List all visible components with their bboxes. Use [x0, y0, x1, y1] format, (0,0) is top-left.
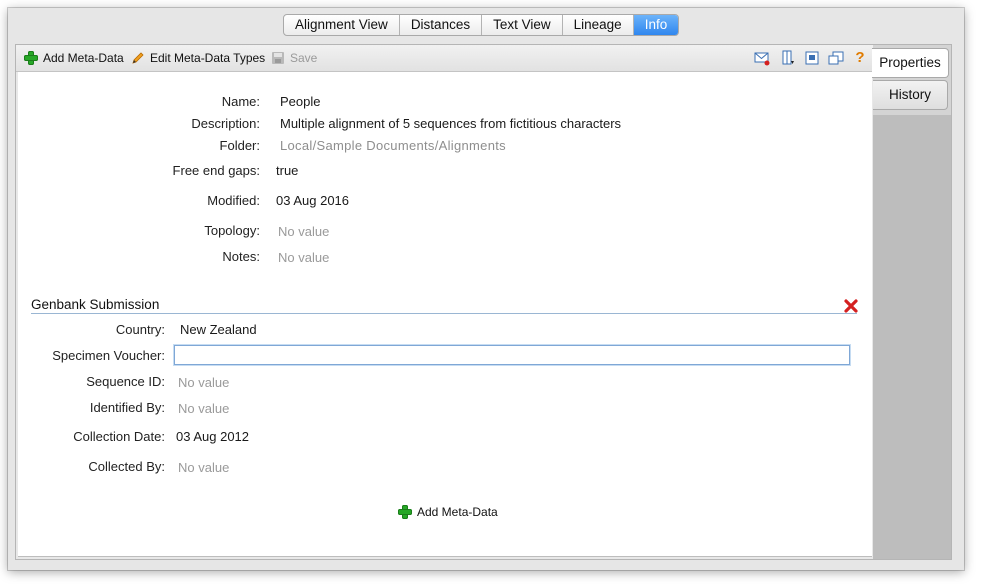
tab-lineage[interactable]: Lineage: [563, 15, 634, 35]
add-plus-icon: [398, 505, 412, 519]
section-title: Genbank Submission: [31, 297, 160, 312]
country-value[interactable]: New Zealand: [180, 322, 257, 337]
modified-label: Modified:: [207, 193, 260, 208]
notes-label: Notes:: [222, 249, 260, 264]
columns-icon[interactable]: [780, 50, 796, 66]
side-panel: Properties History: [872, 44, 952, 560]
name-value: People: [280, 94, 321, 109]
collected-by-label: Collected By:: [88, 459, 165, 474]
mail-icon[interactable]: [754, 50, 770, 66]
modified-value[interactable]: 03 Aug 2016: [276, 193, 349, 208]
description-value: Multiple alignment of 5 sequences from f…: [280, 116, 622, 131]
info-content: Name: People Description: Multiple align…: [18, 72, 872, 557]
add-meta-data-bottom-label: Add Meta-Data: [417, 505, 498, 519]
add-meta-data-label: Add Meta-Data: [43, 51, 124, 65]
tab-text-view[interactable]: Text View: [482, 15, 563, 35]
save-disk-icon: [271, 51, 285, 65]
save-button[interactable]: Save: [271, 50, 317, 66]
edit-meta-data-types-label: Edit Meta-Data Types: [150, 51, 266, 65]
country-label: Country:: [115, 322, 165, 337]
side-panel-body: [873, 115, 951, 559]
save-label: Save: [290, 51, 318, 65]
specimen-voucher-label: Specimen Voucher:: [52, 348, 165, 363]
new-window-icon[interactable]: [828, 50, 844, 66]
tab-distances[interactable]: Distances: [400, 15, 483, 35]
sequence-id-value[interactable]: No value: [178, 375, 229, 390]
tab-history[interactable]: History: [873, 80, 948, 110]
pencil-icon: [131, 51, 145, 65]
topology-value[interactable]: No value: [278, 224, 329, 239]
tab-properties[interactable]: Properties: [872, 48, 949, 78]
name-label: Name:: [221, 94, 260, 109]
section-divider: [31, 313, 857, 314]
folder-value: Local/Sample Documents/Alignments: [280, 138, 506, 153]
view-tabs: Alignment View Distances Text View Linea…: [283, 14, 680, 36]
collection-date-value[interactable]: 03 Aug 2012: [176, 429, 249, 444]
identified-by-value[interactable]: No value: [178, 401, 229, 416]
topology-label: Topology:: [204, 223, 260, 238]
collection-date-label: Collection Date:: [73, 429, 165, 444]
specimen-voucher-input[interactable]: [174, 345, 850, 365]
add-plus-icon: [24, 51, 38, 65]
tab-alignment-view[interactable]: Alignment View: [284, 15, 400, 35]
window-restore-icon[interactable]: [804, 50, 820, 66]
add-meta-data-button[interactable]: Add Meta-Data: [24, 50, 124, 66]
free-end-gaps-label: Free end gaps:: [172, 163, 260, 178]
help-icon[interactable]: ?: [852, 50, 868, 66]
toolbar: Add Meta-Data Edit Meta-Data Types Save …: [16, 45, 874, 72]
collected-by-value[interactable]: No value: [178, 460, 229, 475]
description-label: Description:: [191, 116, 260, 131]
info-panel: Add Meta-Data Edit Meta-Data Types Save …: [15, 44, 875, 560]
sequence-id-label: Sequence ID:: [86, 374, 165, 389]
remove-section-close-icon[interactable]: [844, 299, 858, 313]
add-meta-data-bottom-button[interactable]: Add Meta-Data: [398, 505, 498, 519]
edit-meta-data-types-button[interactable]: Edit Meta-Data Types: [131, 50, 265, 66]
folder-label: Folder:: [219, 138, 260, 153]
free-end-gaps-value[interactable]: true: [276, 163, 298, 178]
identified-by-label: Identified By:: [89, 400, 165, 415]
tab-info[interactable]: Info: [633, 15, 679, 35]
notes-value[interactable]: No value: [278, 250, 329, 265]
